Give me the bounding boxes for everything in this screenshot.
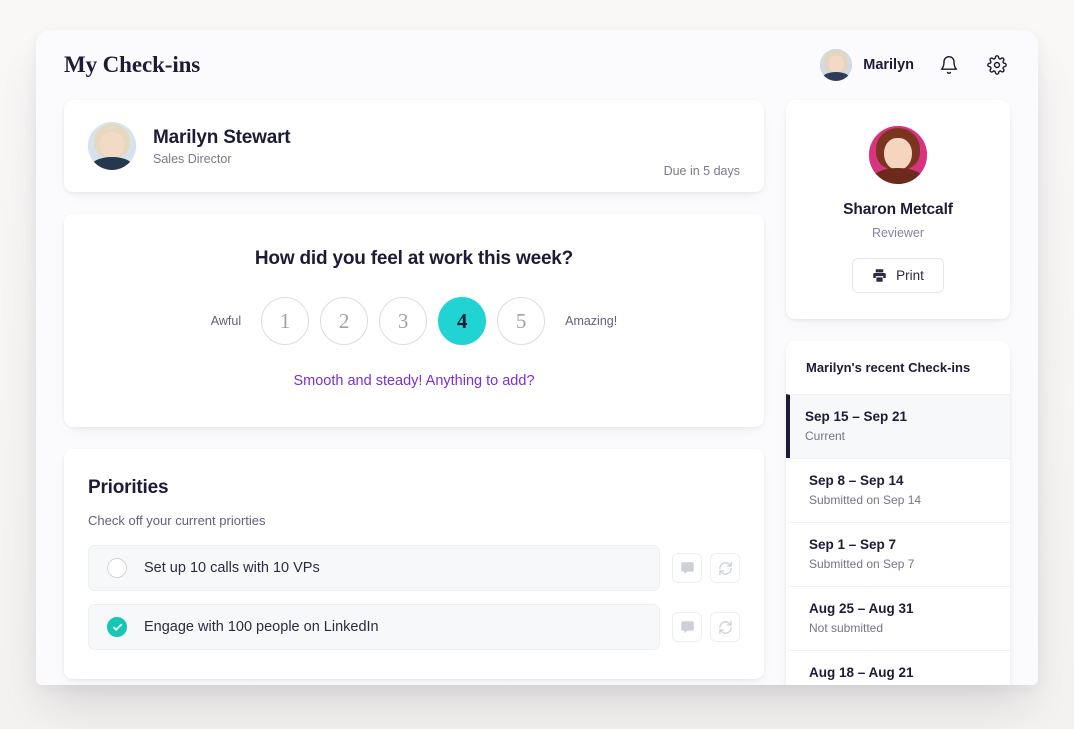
task-item[interactable]: Set up 10 calls with 10 VPs [88,545,660,591]
profile-role: Sales Director [153,151,232,166]
avatar [869,126,927,184]
task-label: Set up 10 calls with 10 VPs [144,560,320,576]
app-header: My Check-ins Marilyn [36,30,1038,100]
checkin-status: Current [805,429,846,443]
checkin-status: Submitted on Sep 14 [809,493,922,507]
avatar [820,49,853,81]
task-actions [672,612,740,642]
print-label: Print [896,268,924,283]
task-actions [672,553,740,583]
reviewer-card: Sharon Metcalf Reviewer Print [786,100,1010,319]
checkin-range: Sep 1 – Sep 7 [809,537,897,552]
priorities-card: Priorities Check off your current priort… [64,449,764,679]
gear-icon[interactable] [984,52,1010,78]
priorities-title: Priorities [88,477,169,498]
reviewer-name: Sharon Metcalf [843,201,953,218]
mood-option-4[interactable]: 4 [438,297,487,345]
task-item[interactable]: Engage with 100 people on LinkedIn [88,604,660,650]
mood-low-label: Awful [210,314,242,328]
body-area: Marilyn Stewart Sales Director Due in 5 … [36,100,1038,685]
profile-name: Marilyn Stewart [153,126,291,148]
profile-card: Marilyn Stewart Sales Director Due in 5 … [64,100,764,192]
print-button[interactable]: Print [852,258,944,293]
recent-checkins-card: Marilyn's recent Check-ins Sep 15 – Sep … [786,341,1010,685]
mood-high-label: Amazing! [565,314,618,328]
page-root: My Check-ins Marilyn Marilyn Stewart Sal… [0,0,1074,729]
app-window: My Check-ins Marilyn Marilyn Stewart Sal… [36,30,1038,685]
checkin-range: Sep 15 – Sep 21 [805,409,908,424]
recent-checkin-item[interactable]: Sep 8 – Sep 14 Submitted on Sep 14 [786,458,1010,522]
bell-icon[interactable] [936,52,962,78]
header-actions: Marilyn [820,49,1010,81]
comment-icon[interactable] [672,553,702,583]
checkin-status: Submitted on Sep 7 [809,557,915,571]
task-checkbox[interactable] [107,617,127,637]
task-row: Engage with 100 people on LinkedIn [88,604,740,650]
mood-prompt-link[interactable]: Smooth and steady! Anything to add? [64,373,764,389]
mood-option-1[interactable]: 1 [261,297,310,345]
checkin-range: Sep 8 – Sep 14 [809,473,904,488]
user-name: Marilyn [863,57,914,73]
task-checkbox[interactable] [107,558,127,578]
comment-icon[interactable] [672,612,702,642]
mood-option-3[interactable]: 3 [379,297,428,345]
recent-checkins-title: Marilyn's recent Check-ins [806,360,971,375]
reviewer-role: Reviewer [871,226,925,240]
recent-checkin-item[interactable]: Sep 1 – Sep 7 Submitted on Sep 7 [786,522,1010,586]
avatar [88,122,136,170]
checkin-range: Aug 25 – Aug 31 [809,601,914,616]
printer-icon [872,268,887,283]
refresh-icon[interactable] [710,612,740,642]
main-column: Marilyn Stewart Sales Director Due in 5 … [64,100,764,685]
checkin-status: Not submitted [809,621,884,635]
mood-option-2[interactable]: 2 [320,297,369,345]
recent-checkin-item[interactable]: Aug 18 – Aug 21 [786,650,1010,685]
recent-checkin-item[interactable]: Aug 25 – Aug 31 Not submitted [786,586,1010,650]
profile-text: Marilyn Stewart Sales Director [153,127,664,166]
task-label: Engage with 100 people on LinkedIn [144,619,379,635]
mood-scale: Awful 1 2 3 4 5 Amazing! [64,297,764,345]
priorities-subtitle: Check off your current priorties [88,513,266,528]
page-title: My Check-ins [64,52,201,77]
due-text: Due in 5 days [663,164,740,178]
mood-option-5[interactable]: 5 [497,297,546,345]
mood-card: How did you feel at work this week? Awfu… [64,214,764,427]
user-menu[interactable]: Marilyn [820,49,914,81]
recent-checkin-item[interactable]: Sep 15 – Sep 21 Current [786,394,1010,458]
task-row: Set up 10 calls with 10 VPs [88,545,740,591]
checkin-range: Aug 18 – Aug 21 [809,665,914,680]
mood-question: How did you feel at work this week? [254,248,574,269]
refresh-icon[interactable] [710,553,740,583]
side-column: Sharon Metcalf Reviewer Print Marilyn's … [786,100,1010,685]
